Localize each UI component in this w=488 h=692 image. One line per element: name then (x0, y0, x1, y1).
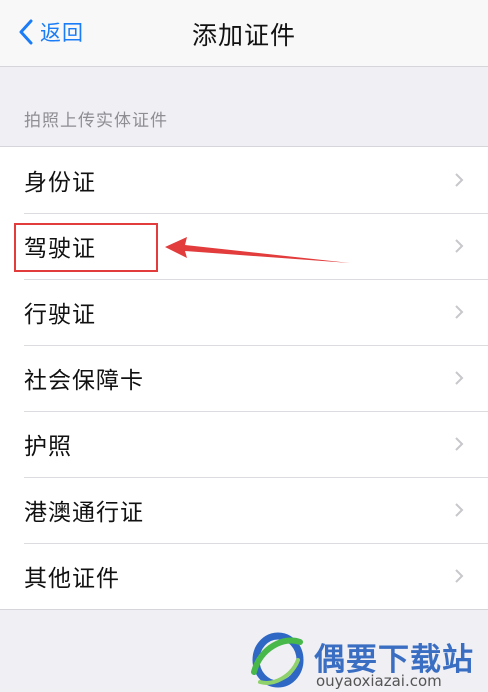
list-item-passport[interactable]: 护照 (0, 411, 488, 477)
chevron-right-icon (455, 503, 464, 517)
list-item-label: 行驶证 (24, 302, 96, 328)
chevron-right-icon (455, 173, 464, 187)
document-list: 身份证 驾驶证 行驶证 社会保障卡 护照 港澳通行证 其他证件 (0, 146, 488, 610)
chevron-right-icon (455, 371, 464, 385)
chevron-right-icon (455, 437, 464, 451)
watermark: 偶要下载站 ouyaoxiazai.com (244, 628, 488, 692)
watermark-url: ouyaoxiazai.com (316, 672, 442, 690)
list-item-social-security-card[interactable]: 社会保障卡 (0, 345, 488, 411)
list-item-other-documents[interactable]: 其他证件 (0, 543, 488, 609)
list-item-label: 身份证 (24, 170, 96, 196)
list-item-id-card[interactable]: 身份证 (0, 147, 488, 213)
list-item-hk-macau-permit[interactable]: 港澳通行证 (0, 477, 488, 543)
list-item-label: 其他证件 (24, 566, 120, 592)
list-item-vehicle-license[interactable]: 行驶证 (0, 279, 488, 345)
page-title: 添加证件 (191, 21, 296, 50)
site-logo-icon (251, 632, 304, 688)
section-header: 拍照上传实体证件 (24, 111, 168, 131)
chevron-right-icon (455, 305, 464, 319)
annotation-highlight-box (14, 223, 158, 272)
list-item-label: 港澳通行证 (24, 500, 144, 526)
list-item-label: 社会保障卡 (24, 368, 144, 394)
chevron-right-icon (455, 239, 464, 253)
annotation-arrow-icon (165, 237, 350, 263)
chevron-right-icon (455, 569, 464, 583)
navigation-bar: 返回 添加证件 (0, 0, 488, 67)
list-item-label: 护照 (24, 434, 72, 460)
